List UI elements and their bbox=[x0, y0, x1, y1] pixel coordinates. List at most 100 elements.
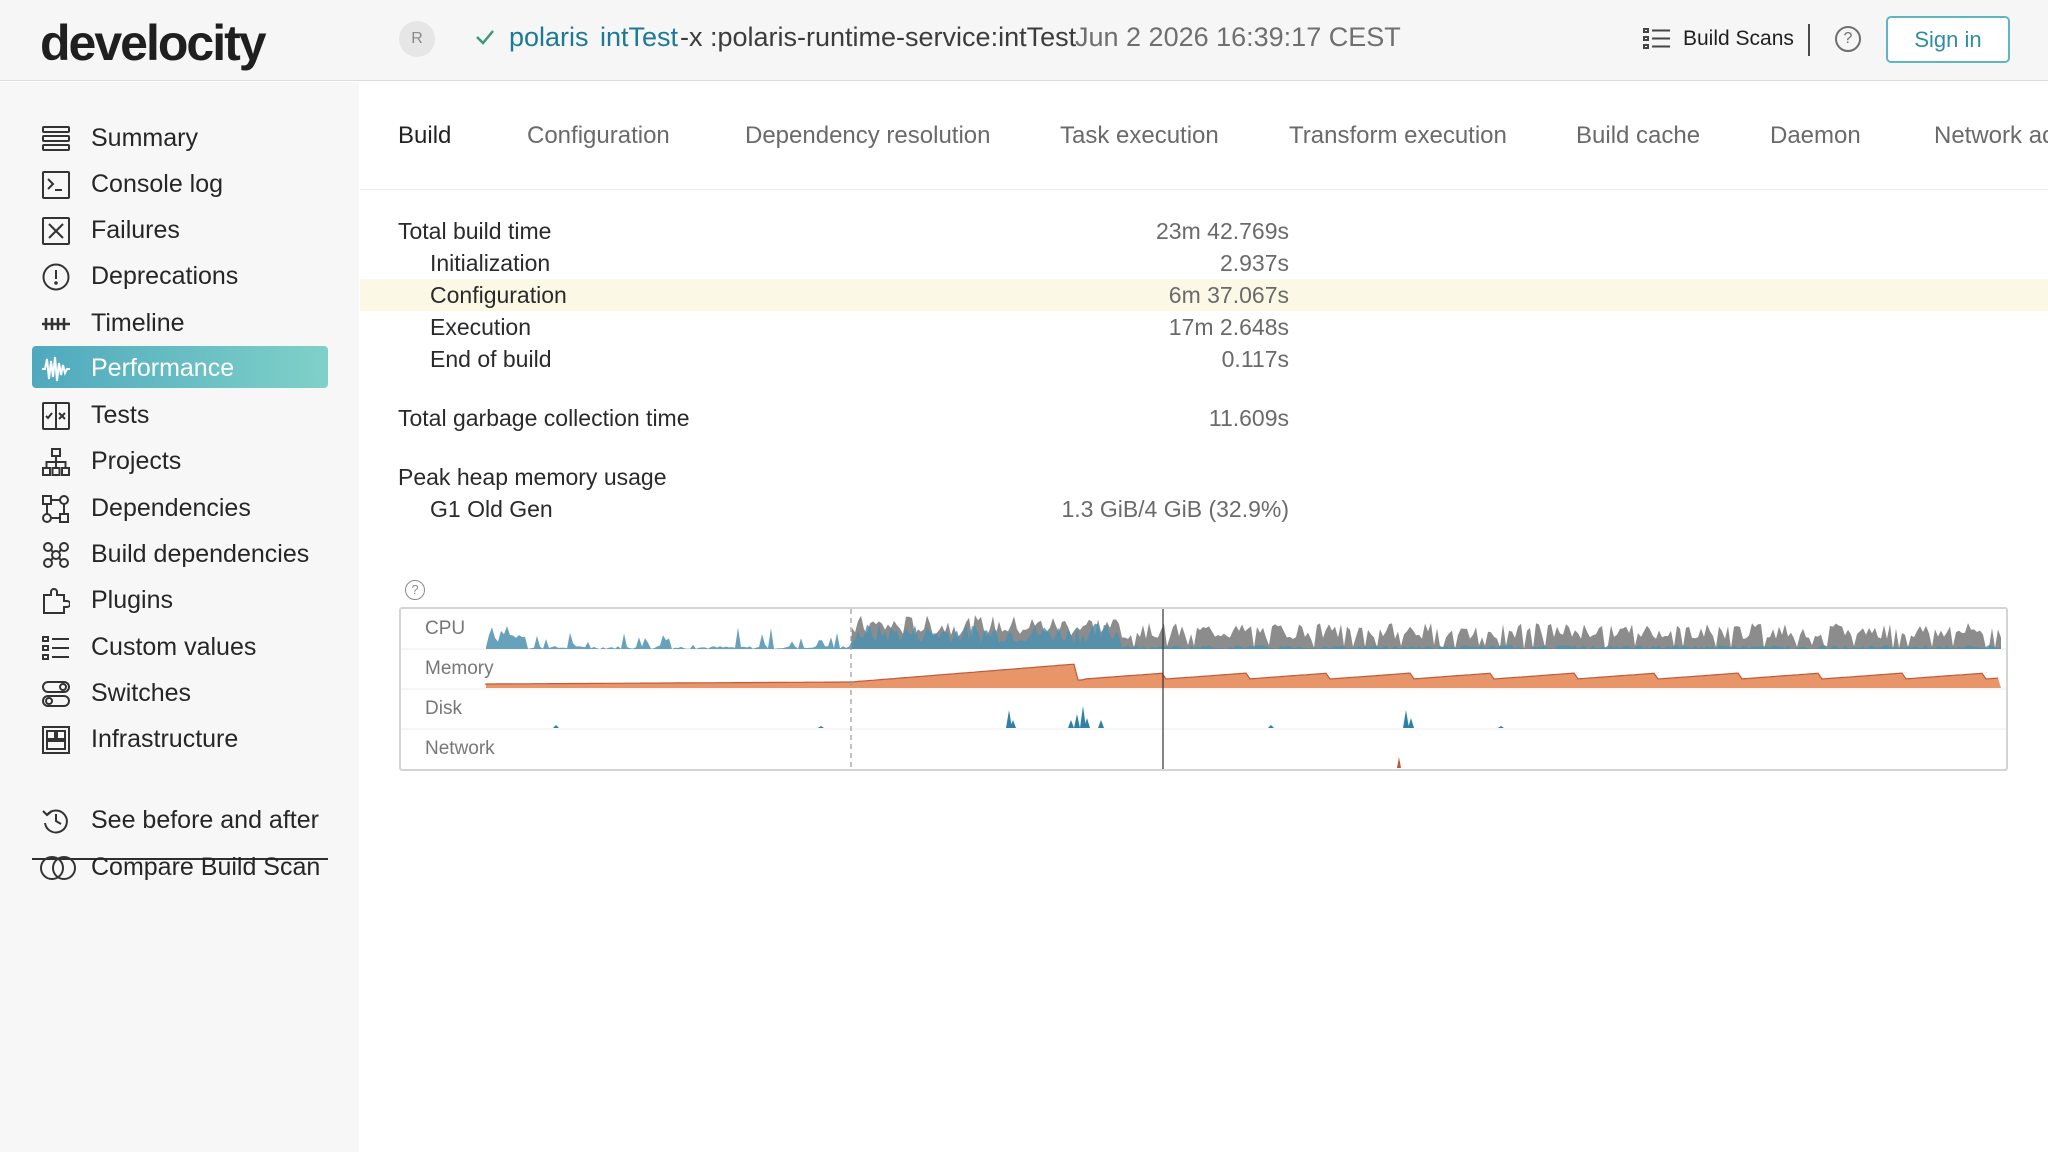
sidebar-item-label: Performance bbox=[91, 354, 235, 382]
sidebar-item-label: Tests bbox=[91, 401, 150, 429]
sidebar-item-timeline[interactable]: Timeline bbox=[32, 301, 328, 343]
compare-icon bbox=[40, 856, 76, 880]
disk-spike bbox=[1498, 726, 1504, 728]
sidebar-item-see-before-and-after[interactable]: See before and after bbox=[32, 798, 328, 840]
sidebar-item-infrastructure[interactable]: Infrastructure bbox=[32, 717, 328, 759]
sidebar-item-label: Failures bbox=[91, 216, 180, 244]
stat-value: 0.117s bbox=[1221, 346, 1289, 372]
sidebar-item-build-dependencies[interactable]: Build dependencies bbox=[32, 532, 328, 574]
tab-transform-execution[interactable]: Transform execution bbox=[1289, 122, 1507, 150]
sidebar-item-label: Infrastructure bbox=[91, 725, 239, 753]
sidebar-item-dependencies[interactable]: Dependencies bbox=[32, 486, 328, 528]
custom-values-icon bbox=[42, 636, 69, 660]
stat-value: 2.937s bbox=[1219, 250, 1289, 276]
sidebar-item-tests[interactable]: Tests bbox=[32, 393, 328, 435]
tab-configuration[interactable]: Configuration bbox=[527, 122, 670, 150]
sidebar-item-label: See before and after bbox=[91, 806, 319, 834]
tab-network-activity[interactable]: Network ac bbox=[1934, 122, 2048, 150]
network-spike bbox=[1397, 757, 1401, 768]
stat-value: 11.609s bbox=[1208, 405, 1289, 431]
tab-dependency-resolution[interactable]: Dependency resolution bbox=[745, 122, 991, 150]
lane-label-cpu: CPU bbox=[425, 618, 466, 639]
lane-label-memory: Memory bbox=[425, 658, 494, 679]
stat-value: 17m 2.648s bbox=[1168, 314, 1289, 340]
build-scans-list-icon[interactable] bbox=[1643, 27, 1671, 51]
disk-spike bbox=[1408, 718, 1414, 728]
list-icon bbox=[42, 126, 70, 151]
stat-value: 1.3 GiB/4 GiB (32.9%) bbox=[1061, 496, 1289, 522]
success-check-icon bbox=[476, 30, 494, 45]
disk-spike bbox=[1074, 714, 1080, 728]
x-box-icon bbox=[42, 217, 70, 245]
stat-initialization: Initialization 2.937s bbox=[360, 247, 2048, 279]
sidebar-item-label: Compare Build Scan bbox=[91, 853, 321, 881]
task-link[interactable]: intTest bbox=[600, 22, 678, 53]
sidebar-item-label: Custom values bbox=[91, 633, 257, 661]
chart-help-icon[interactable]: ? bbox=[405, 580, 425, 600]
hierarchy-icon bbox=[42, 448, 70, 476]
sidebar-item-label: Console log bbox=[91, 170, 224, 198]
disk-spike bbox=[553, 725, 559, 728]
sidebar-item-label: Build dependencies bbox=[91, 540, 310, 568]
avatar[interactable]: R bbox=[399, 21, 435, 57]
stat-gc-time: Total garbage collection time 11.609s bbox=[360, 402, 2048, 434]
disk-spike bbox=[1068, 720, 1074, 728]
sidebar-item-label: Dependencies bbox=[91, 494, 251, 522]
plugin-icon bbox=[43, 588, 70, 614]
tab-build[interactable]: Build bbox=[398, 122, 451, 150]
sidebar-item-label: Summary bbox=[91, 124, 198, 152]
project-link[interactable]: polaris bbox=[509, 22, 589, 53]
timeline-icon bbox=[42, 318, 70, 330]
stat-label: Peak heap memory usage bbox=[398, 464, 667, 490]
sidebar-item-label: Plugins bbox=[91, 586, 173, 614]
develocity-logo[interactable]: develocity bbox=[40, 14, 267, 72]
disk-spike bbox=[1268, 725, 1274, 728]
stat-peak-heap: Peak heap memory usage bbox=[360, 461, 2048, 493]
switches-icon bbox=[42, 681, 70, 707]
sidebar-item-compare-build-scan[interactable]: Compare Build Scan bbox=[32, 845, 328, 887]
sidebar-item-performance[interactable]: Performance bbox=[32, 346, 328, 388]
disk-spike bbox=[1098, 720, 1104, 728]
stat-label: Total garbage collection time bbox=[398, 405, 690, 431]
stat-end-of-build: End of build 0.117s bbox=[360, 343, 2048, 375]
sidebar-item-label: Timeline bbox=[91, 309, 185, 337]
sidebar-item-label: Deprecations bbox=[91, 262, 239, 290]
terminal-icon bbox=[42, 171, 70, 199]
stat-label: Initialization bbox=[430, 250, 551, 276]
dependencies-icon bbox=[42, 495, 69, 523]
stat-g1-old-gen: G1 Old Gen 1.3 GiB/4 GiB (32.9%) bbox=[360, 493, 2048, 525]
sidebar-item-label: Switches bbox=[91, 679, 192, 707]
sidebar-item-projects[interactable]: Projects bbox=[32, 439, 328, 481]
waveform-icon bbox=[42, 356, 70, 382]
tab-build-cache[interactable]: Build cache bbox=[1576, 122, 1700, 150]
resource-usage-chart[interactable]: CPU Memory Disk Network bbox=[399, 607, 2008, 771]
build-scans-link[interactable]: Build Scans bbox=[1683, 27, 1794, 51]
sidebar-item-summary[interactable]: Summary bbox=[32, 116, 328, 158]
tab-task-execution[interactable]: Task execution bbox=[1060, 122, 1219, 150]
history-icon bbox=[42, 809, 68, 834]
sign-in-button[interactable]: Sign in bbox=[1886, 16, 2010, 63]
lane-label-disk: Disk bbox=[425, 698, 462, 719]
top-header: develocity R polaris intTest -x :polaris… bbox=[0, 0, 2048, 81]
build-datetime: Jun 2 2026 16:39:17 CEST bbox=[1075, 22, 1401, 52]
sidebar-item-switches[interactable]: Switches bbox=[32, 671, 328, 713]
help-icon[interactable]: ? bbox=[1835, 26, 1861, 52]
alert-circle-icon bbox=[42, 263, 70, 291]
stat-label: Total build time bbox=[398, 218, 552, 244]
sidebar-item-deprecations[interactable]: Deprecations bbox=[32, 254, 328, 296]
stat-value: 23m 42.769s bbox=[1156, 218, 1289, 244]
build-dependencies-icon bbox=[43, 542, 69, 568]
build-args: -x :polaris-runtime-service:intTest bbox=[680, 22, 1077, 52]
lane-label-network: Network bbox=[425, 738, 495, 759]
sidebar-item-label: Projects bbox=[91, 447, 182, 475]
tab-daemon[interactable]: Daemon bbox=[1770, 122, 1861, 150]
sidebar-item-plugins[interactable]: Plugins bbox=[32, 578, 328, 620]
sidebar-item-custom-values[interactable]: Custom values bbox=[32, 625, 328, 667]
performance-tabs: Build Configuration Dependency resolutio… bbox=[360, 82, 2048, 190]
tests-icon bbox=[42, 402, 70, 430]
sidebar-item-console-log[interactable]: Console log bbox=[32, 162, 328, 204]
sidebar-nav: Summary Console log Failures Deprecation… bbox=[0, 82, 359, 1152]
sidebar-item-failures[interactable]: Failures bbox=[32, 208, 328, 250]
stat-total-build-time: Total build time 23m 42.769s bbox=[360, 215, 2048, 247]
stat-execution: Execution 17m 2.648s bbox=[360, 311, 2048, 343]
